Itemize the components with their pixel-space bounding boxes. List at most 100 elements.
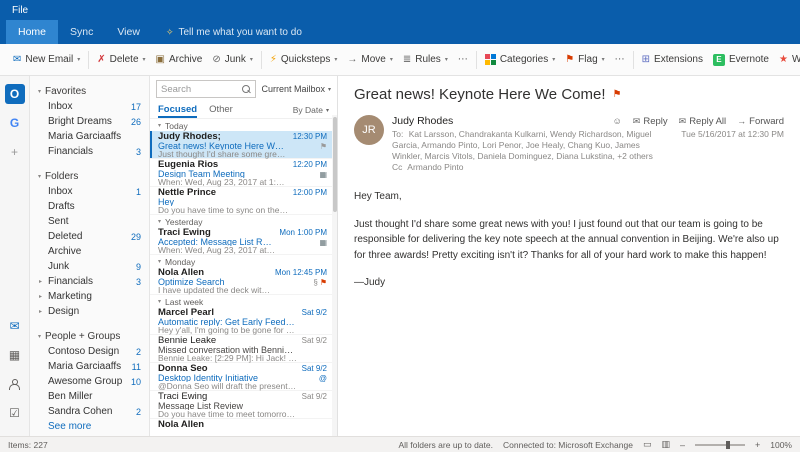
chevron-down-icon: ▾ <box>445 56 448 63</box>
email-list-item[interactable]: Bennie LeakeMissed conversation with Ben… <box>150 335 337 363</box>
move-button[interactable]: →Move▾ <box>342 50 397 69</box>
layout-normal-icon[interactable]: ▭ <box>643 439 652 450</box>
email-list-item[interactable]: Traci EwingMessage List ReviewDo you hav… <box>150 391 337 419</box>
folder-item-financials[interactable]: ▸Financials3 <box>30 274 149 289</box>
folder-item-ben-miller[interactable]: Ben Miller <box>30 389 149 404</box>
group-header-last-week[interactable]: ▾Last week <box>150 295 337 307</box>
zoom-slider[interactable] <box>695 444 745 446</box>
folder-item-awesome-group[interactable]: Awesome Group10 <box>30 374 149 389</box>
folder-item-contoso-design[interactable]: Contoso Design2 <box>30 344 149 359</box>
email-list-item[interactable]: Nettle PrinceHeyDo you have time to sync… <box>150 187 337 215</box>
outlook-logo[interactable]: O <box>3 82 27 106</box>
reply-button[interactable]: ✉Reply <box>633 116 668 127</box>
folder-section-header[interactable]: ▾Favorites <box>30 84 149 99</box>
folder-item-label: Inbox <box>48 186 132 197</box>
email-subject: Optimize Search <box>158 278 271 287</box>
folder-section-header[interactable]: ▾People + Groups <box>30 329 149 344</box>
quicksteps-button[interactable]: ⚡Quicksteps▾ <box>265 50 343 69</box>
zoom-slider-thumb[interactable] <box>726 441 730 449</box>
zoom-in-button[interactable]: + <box>755 440 760 450</box>
folder-item-deleted[interactable]: Deleted29 <box>30 229 149 244</box>
folder-item-sent[interactable]: Sent <box>30 214 149 229</box>
email-icons: ▦ <box>319 238 327 247</box>
tab-other[interactable]: Other <box>209 102 233 118</box>
evernote-button[interactable]: EEvernote <box>708 50 774 70</box>
folder-item-marketing[interactable]: ▸Marketing <box>30 289 149 304</box>
tab-sync[interactable]: Sync <box>58 20 105 44</box>
categories-button[interactable]: Categories▾ <box>480 50 560 69</box>
file-tab[interactable]: File <box>12 5 28 16</box>
zoom-out-button[interactable]: – <box>680 440 685 450</box>
folder-item-bright-dreams[interactable]: Bright Dreams26 <box>30 114 149 129</box>
tab-focused[interactable]: Focused <box>158 102 197 118</box>
forward-button[interactable]: →Forward <box>737 116 784 127</box>
search-icon[interactable] <box>242 85 251 94</box>
folder-item-label: Ben Miller <box>48 391 141 402</box>
folder-item-financials[interactable]: Financials3 <box>30 144 149 159</box>
email-list-item[interactable]: Traci EwingAccepted: Message List Rendez… <box>150 227 337 255</box>
add-account-button[interactable]: + <box>3 140 27 164</box>
folder-section-header[interactable]: ▾Folders <box>30 169 149 184</box>
zoom-level[interactable]: 100% <box>770 440 792 450</box>
email-list-item[interactable]: Nola AllenOptimize SearchI have updated … <box>150 267 337 295</box>
mail-module-icon[interactable]: ✉ <box>3 314 27 338</box>
tab-home[interactable]: Home <box>6 20 58 44</box>
group-header-today[interactable]: ▾Today <box>150 119 337 131</box>
folder-item-maria-garciaaffs[interactable]: Maria Garciaaffs <box>30 129 149 144</box>
folder-item-junk[interactable]: Junk9 <box>30 259 149 274</box>
app-rail: OG + ✉ ▦ ☑ <box>0 76 30 436</box>
email-subject: Great news! Keynote Here We Come! <box>158 142 289 151</box>
folder-item-maria-garciaaffs[interactable]: Maria Garciaaffs11 <box>30 359 149 374</box>
people-module-icon[interactable] <box>3 372 27 396</box>
like-button[interactable]: ☺ <box>613 116 622 126</box>
scrollbar-thumb[interactable] <box>333 117 337 212</box>
rules-button[interactable]: ≣Rules▾ <box>398 50 453 69</box>
unread-count: 29 <box>131 232 141 242</box>
folder-item-sandra-cohen[interactable]: Sandra Cohen2 <box>30 404 149 419</box>
folder-item-design[interactable]: ▸Design <box>30 304 149 319</box>
message-list-scrollbar[interactable] <box>332 115 337 436</box>
reply-all-button[interactable]: ✉Reply All <box>679 116 727 127</box>
sender-name[interactable]: Judy Rhodes <box>392 115 453 127</box>
email-list-item[interactable]: Donna SeoDesktop Identity Initiative@Don… <box>150 363 337 391</box>
search-input[interactable]: Search <box>156 80 256 98</box>
email-meta: Mon 12:45 PM§⚑ <box>275 268 327 293</box>
recipients[interactable]: Kat Larsson, Chandrakanta Kulkarni, Wend… <box>392 129 653 161</box>
tab-view[interactable]: View <box>105 20 152 44</box>
junk-button[interactable]: ⊘Junk▾ <box>207 50 258 69</box>
unread-count: 2 <box>136 347 141 357</box>
mailbox-selector[interactable]: Current Mailbox ▾ <box>261 84 331 94</box>
google-account-icon[interactable]: G <box>3 111 27 135</box>
delete-button[interactable]: ✗Delete▾ <box>92 50 150 69</box>
wunderlist-button[interactable]: ★Wunderlist <box>774 50 800 69</box>
overflow-button[interactable]: ⋯ <box>610 51 630 69</box>
folder-item-inbox[interactable]: Inbox1 <box>30 184 149 199</box>
folder-item-archive[interactable]: Archive <box>30 244 149 259</box>
sort-selector[interactable]: By Date ▾ <box>293 105 329 115</box>
overflow-button[interactable]: ⋯ <box>453 51 473 69</box>
group-title: Last week <box>165 297 203 307</box>
cc-recipients[interactable]: Armando Pinto <box>407 162 463 172</box>
toolbar-button-label: Archive <box>169 54 202 65</box>
folder-item-inbox[interactable]: Inbox17 <box>30 99 149 114</box>
email-list-item[interactable]: Judy Rhodes;Great news! Keynote Here We … <box>150 131 337 159</box>
group-header-yesterday[interactable]: ▾Yesterday <box>150 215 337 227</box>
flag-button[interactable]: ⚑Flag▾ <box>560 50 609 69</box>
tellme-box[interactable]: ✧ Tell me what you want to do <box>166 20 302 44</box>
tasks-module-icon[interactable]: ☑ <box>3 401 27 425</box>
folder-item-drafts[interactable]: Drafts <box>30 199 149 214</box>
email-list-item[interactable]: Marcel PearlAutomatic reply: Get Early F… <box>150 307 337 335</box>
sender-avatar[interactable]: JR <box>354 115 384 145</box>
archive-button[interactable]: ▣Archive <box>151 50 208 69</box>
search-placeholder: Search <box>161 84 238 95</box>
new-email-button[interactable]: ✉New Email▾ <box>8 50 85 69</box>
email-list-item[interactable]: Eugenia RiosDesign Team MeetingWhen: Wed… <box>150 159 337 187</box>
email-sender: Marcel Pearl <box>158 308 298 318</box>
email-list-item[interactable]: Nola Allen <box>150 419 337 436</box>
chevron-down-icon: ▾ <box>158 122 161 129</box>
extensions-button[interactable]: ⊞Extensions <box>637 50 708 69</box>
folder-item-see-more[interactable]: See more <box>30 419 149 434</box>
layout-reading-icon[interactable]: ▥ <box>661 439 670 450</box>
group-header-monday[interactable]: ▾Monday <box>150 255 337 267</box>
calendar-module-icon[interactable]: ▦ <box>3 343 27 367</box>
